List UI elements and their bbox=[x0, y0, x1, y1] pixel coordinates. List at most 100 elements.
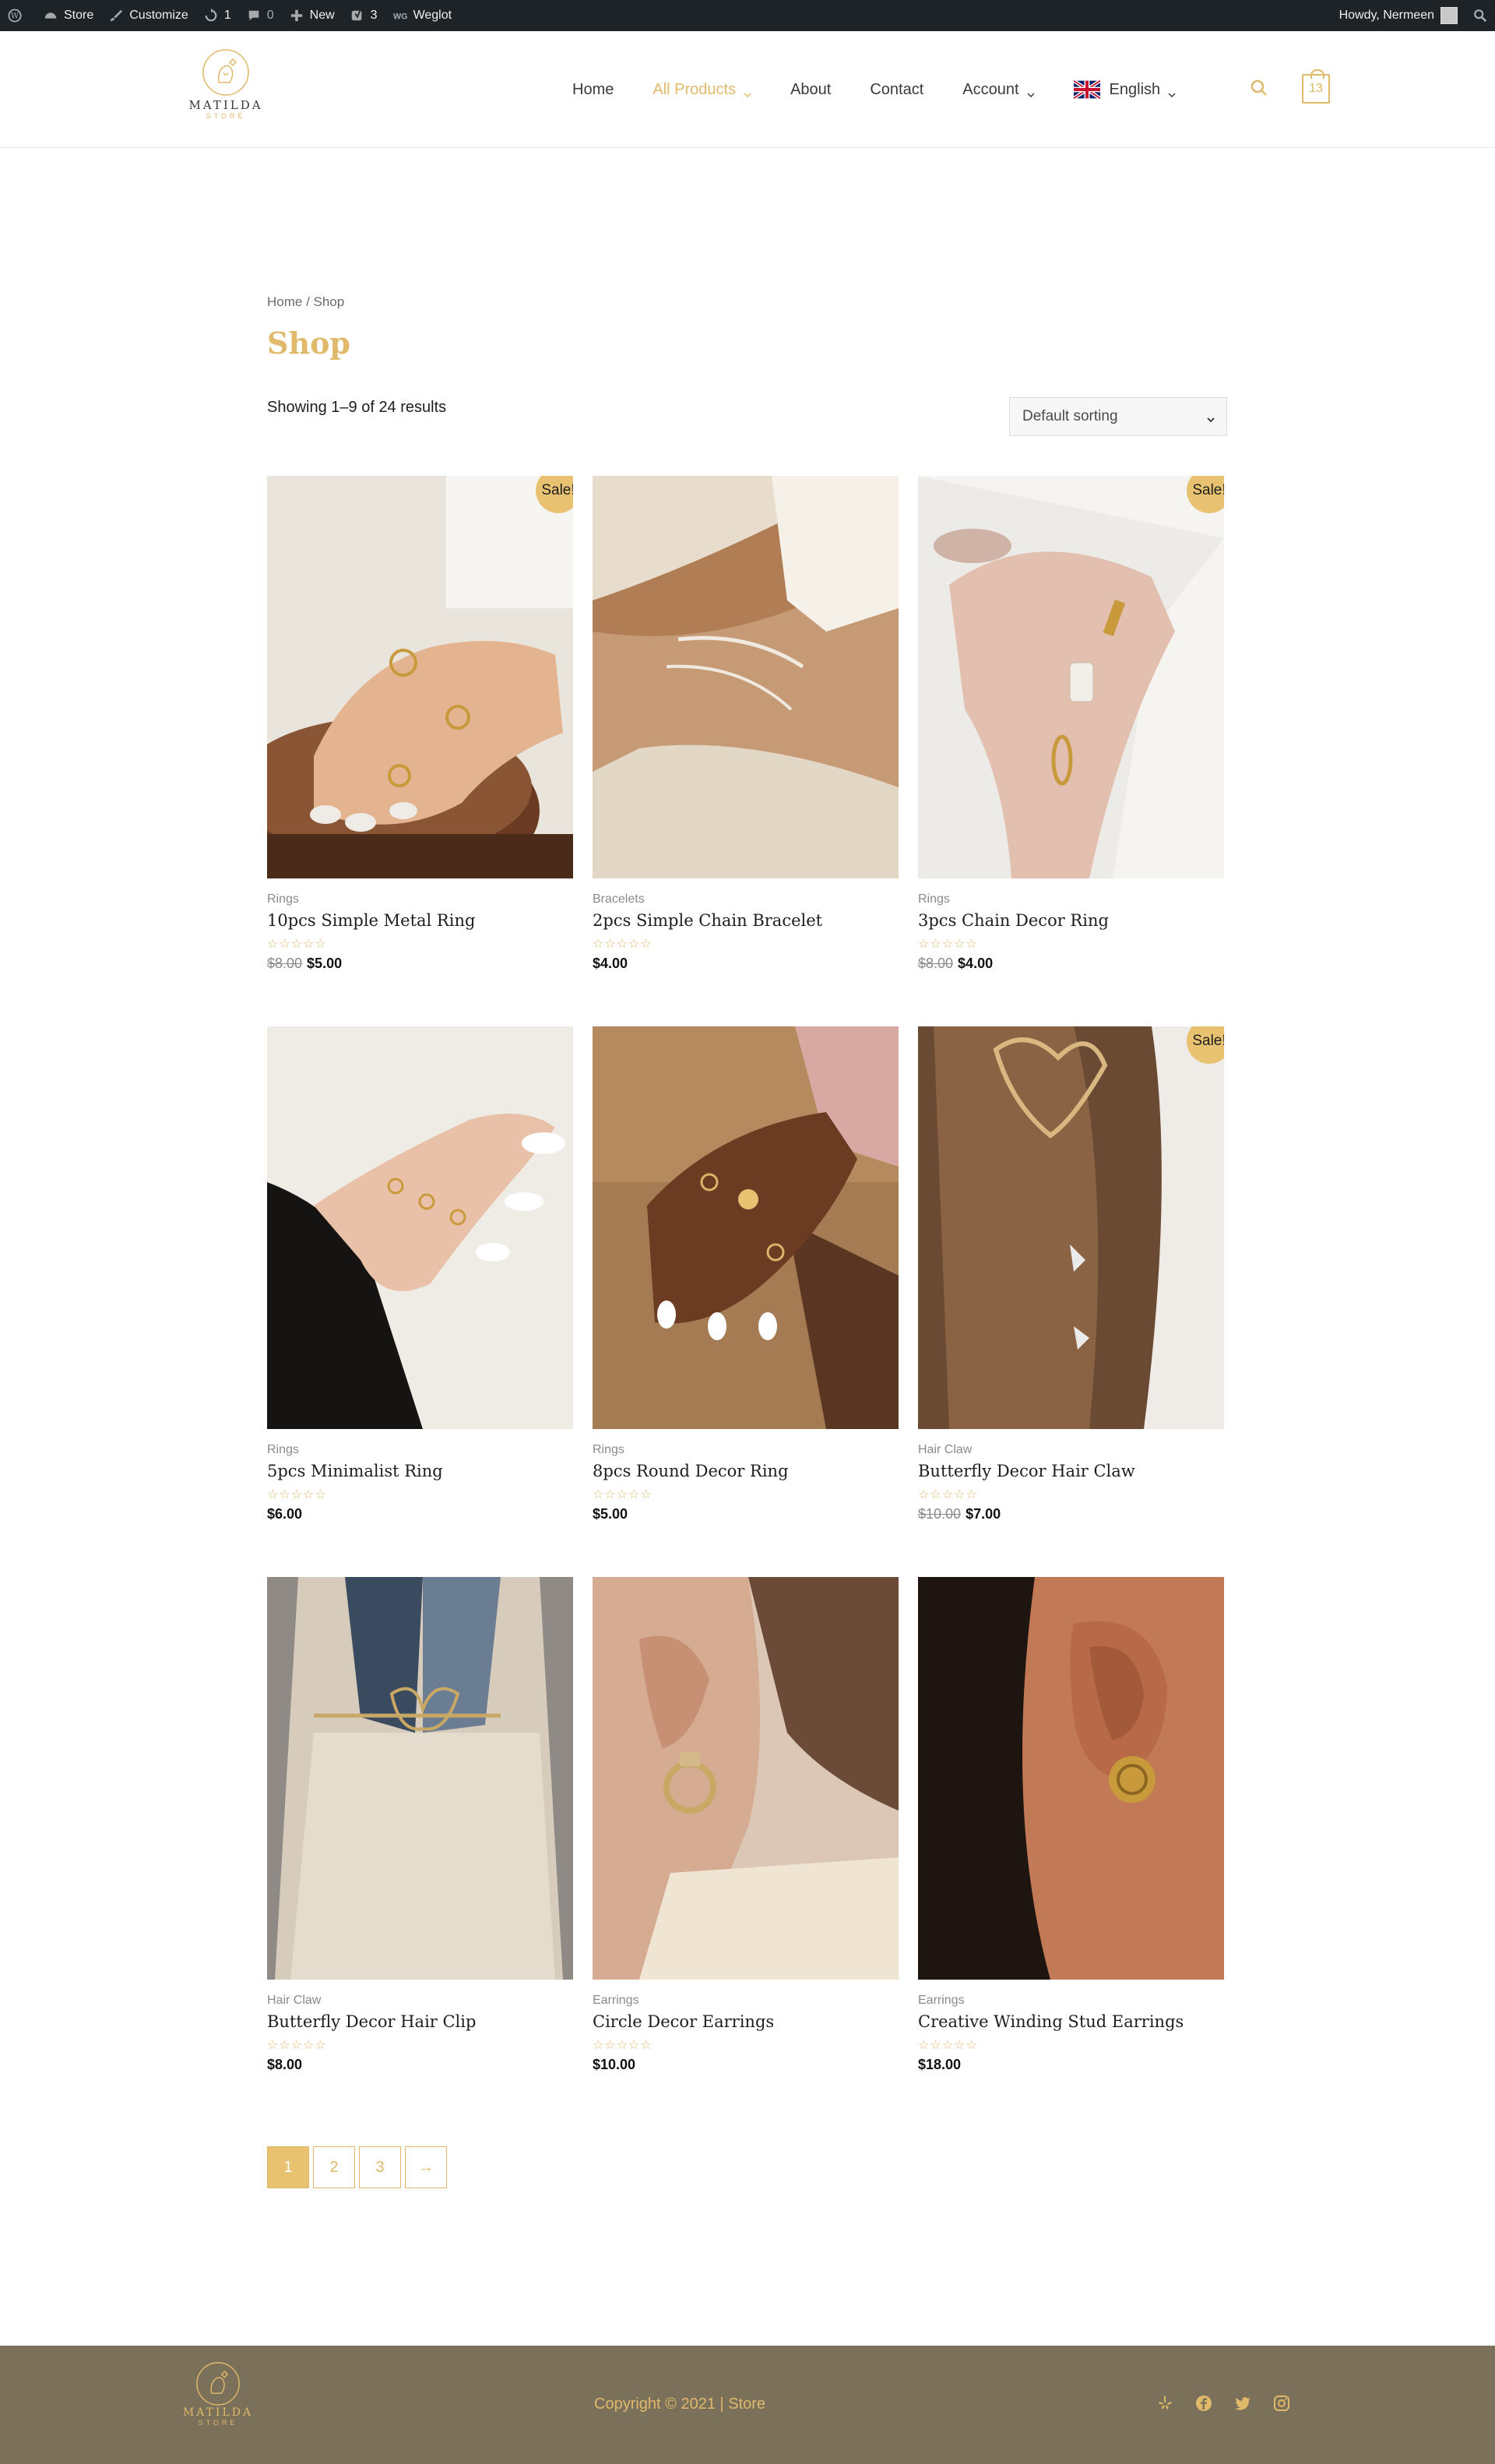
product-price: $8.00 bbox=[267, 2057, 573, 2073]
admin-search-button[interactable] bbox=[1465, 0, 1495, 31]
footer-logo[interactable]: MATILDA STORE bbox=[174, 2361, 262, 2427]
product-card[interactable]: Sale! Rings 10pcs Simple Metal Ring ☆☆☆☆… bbox=[267, 476, 573, 1026]
product-card[interactable]: Sale! Rings 3pcs Chain Decor Ring ☆☆☆☆☆ … bbox=[918, 476, 1224, 1026]
nav-about-label: About bbox=[790, 80, 832, 98]
product-category[interactable]: Rings bbox=[918, 892, 1224, 906]
old-price: $8.00 bbox=[267, 956, 303, 971]
product-category[interactable]: Bracelets bbox=[593, 892, 899, 906]
yoast-link[interactable]: 3 bbox=[343, 0, 385, 31]
next-page-button[interactable]: → bbox=[405, 2146, 447, 2188]
chevron-down-icon bbox=[744, 86, 751, 98]
product-card[interactable]: Hair Claw Butterfly Decor Hair Clip ☆☆☆☆… bbox=[267, 1577, 573, 2128]
admin-bar: W Store Customize 1 0 New 3 WG Weglot Ho… bbox=[0, 0, 1495, 31]
product-image[interactable] bbox=[593, 1577, 899, 1980]
product-category[interactable]: Hair Claw bbox=[267, 1994, 573, 2008]
breadcrumb[interactable]: Home / Shop bbox=[267, 294, 344, 310]
site-logo[interactable]: MATILDA STORE bbox=[181, 48, 271, 131]
nav-contact[interactable]: Contact bbox=[870, 81, 923, 99]
site-footer: MATILDA STORE Copyright © 2021 | Store bbox=[0, 2346, 1495, 2464]
product-card[interactable]: Rings 5pcs Minimalist Ring ☆☆☆☆☆ $6.00 bbox=[267, 1026, 573, 1577]
my-account-link[interactable]: Howdy, Nermeen bbox=[1331, 0, 1465, 31]
current-price: $10.00 bbox=[593, 2057, 636, 2072]
product-image[interactable] bbox=[918, 1577, 1224, 1980]
language-switcher[interactable]: English bbox=[1072, 79, 1177, 100]
logo-subtitle: STORE bbox=[206, 112, 246, 120]
product-image[interactable] bbox=[593, 1026, 899, 1429]
weglot-label: Weglot bbox=[413, 9, 452, 22]
product-title[interactable]: Butterfly Decor Hair Claw bbox=[918, 1462, 1224, 1480]
product-card[interactable]: Rings 8pcs Round Decor Ring ☆☆☆☆☆ $5.00 bbox=[593, 1026, 899, 1577]
yelp-icon[interactable] bbox=[1156, 2394, 1174, 2413]
plus-icon bbox=[290, 9, 304, 23]
comments-link[interactable]: 0 bbox=[239, 0, 282, 31]
refresh-icon bbox=[204, 9, 218, 23]
product-category[interactable]: Hair Claw bbox=[918, 1443, 1224, 1457]
product-card[interactable]: Bracelets 2pcs Simple Chain Bracelet ☆☆☆… bbox=[593, 476, 899, 1026]
product-image[interactable]: Sale! bbox=[918, 1026, 1224, 1429]
dashboard-icon bbox=[44, 9, 58, 23]
rating-stars: ☆☆☆☆☆ bbox=[267, 936, 327, 951]
twitter-icon[interactable] bbox=[1233, 2394, 1252, 2413]
nav-account[interactable]: Account bbox=[962, 81, 1035, 99]
cart-button[interactable]: 13 bbox=[1302, 69, 1330, 104]
product-category[interactable]: Earrings bbox=[918, 1994, 1224, 2008]
search-icon bbox=[1251, 79, 1267, 96]
wordpress-logo-button[interactable]: W bbox=[0, 0, 36, 31]
yoast-icon bbox=[350, 9, 364, 23]
product-title[interactable]: Circle Decor Earrings bbox=[593, 2012, 899, 2031]
rating-stars: ☆☆☆☆☆ bbox=[918, 936, 978, 951]
nav-about[interactable]: About bbox=[790, 81, 831, 99]
sorting-select[interactable]: Default sorting bbox=[1009, 397, 1227, 436]
product-title[interactable]: 3pcs Chain Decor Ring bbox=[918, 911, 1224, 930]
uk-flag-icon bbox=[1072, 79, 1101, 100]
updates-link[interactable]: 1 bbox=[196, 0, 239, 31]
copyright-text: Copyright © 2021 | Store bbox=[594, 2395, 766, 2413]
site-name-link[interactable]: Store bbox=[36, 0, 101, 31]
comments-count: 0 bbox=[266, 9, 274, 22]
product-image[interactable]: Sale! bbox=[918, 476, 1224, 878]
product-image[interactable] bbox=[267, 1026, 573, 1429]
old-price: $10.00 bbox=[918, 1506, 962, 1522]
product-title[interactable]: 10pcs Simple Metal Ring bbox=[267, 911, 573, 930]
product-title[interactable]: Creative Winding Stud Earrings bbox=[918, 2012, 1224, 2031]
old-price: $8.00 bbox=[918, 956, 954, 971]
customize-label: Customize bbox=[129, 9, 188, 22]
page-1-button[interactable]: 1 bbox=[267, 2146, 309, 2188]
avatar bbox=[1440, 7, 1458, 24]
chain-rings-image bbox=[918, 476, 1224, 878]
bracelet-image bbox=[593, 476, 899, 878]
product-image[interactable] bbox=[593, 476, 899, 878]
product-category[interactable]: Earrings bbox=[593, 1994, 899, 2008]
product-price: $6.00 bbox=[267, 1506, 573, 1522]
product-card[interactable]: Earrings Creative Winding Stud Earrings … bbox=[918, 1577, 1224, 2128]
current-price: $5.00 bbox=[307, 956, 343, 971]
weglot-link[interactable]: WG Weglot bbox=[385, 0, 460, 31]
product-title[interactable]: 8pcs Round Decor Ring bbox=[593, 1462, 899, 1480]
page-2-button[interactable]: 2 bbox=[313, 2146, 355, 2188]
page-3-button[interactable]: 3 bbox=[359, 2146, 401, 2188]
search-icon bbox=[1473, 9, 1487, 23]
new-content-link[interactable]: New bbox=[282, 0, 343, 31]
product-category[interactable]: Rings bbox=[593, 1443, 899, 1457]
customize-link[interactable]: Customize bbox=[101, 0, 196, 31]
product-image[interactable]: Sale! bbox=[267, 476, 573, 878]
product-category[interactable]: Rings bbox=[267, 1443, 573, 1457]
nav-all-products[interactable]: All Products bbox=[653, 81, 751, 99]
product-category[interactable]: Rings bbox=[267, 892, 573, 906]
header-search-button[interactable] bbox=[1249, 78, 1269, 98]
product-title[interactable]: 5pcs Minimalist Ring bbox=[267, 1462, 573, 1480]
product-card[interactable]: Earrings Circle Decor Earrings ☆☆☆☆☆ $10… bbox=[593, 1577, 899, 2128]
product-image[interactable] bbox=[267, 1577, 573, 1980]
facebook-icon[interactable] bbox=[1194, 2394, 1213, 2413]
current-price: $4.00 bbox=[593, 956, 628, 971]
product-title[interactable]: 2pcs Simple Chain Bracelet bbox=[593, 911, 899, 930]
instagram-icon[interactable] bbox=[1272, 2394, 1291, 2413]
hair-clip-image bbox=[267, 1577, 573, 1980]
svg-text:W: W bbox=[11, 12, 19, 21]
current-price: $18.00 bbox=[918, 2057, 962, 2072]
nav-home[interactable]: Home bbox=[572, 81, 614, 99]
weglot-icon: WG bbox=[393, 9, 407, 23]
product-card[interactable]: Sale! Hair Claw Butterfly Decor Hair Cla… bbox=[918, 1026, 1224, 1577]
main-navigation: Home All Products About Contact Account … bbox=[572, 31, 1215, 148]
product-title[interactable]: Butterfly Decor Hair Clip bbox=[267, 2012, 573, 2031]
